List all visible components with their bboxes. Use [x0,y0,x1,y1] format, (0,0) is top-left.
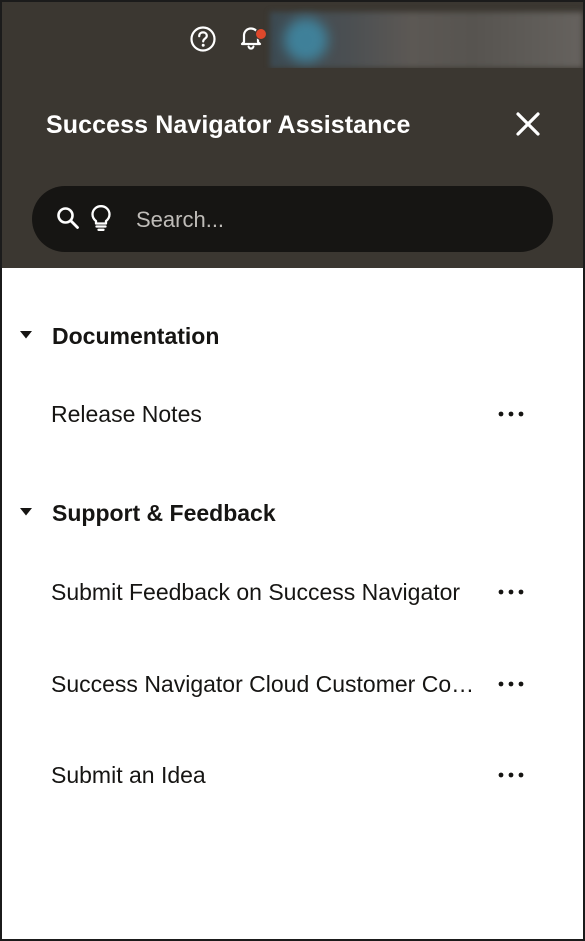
more-options-icon[interactable] [495,763,527,787]
lightbulb-icon[interactable] [90,204,112,232]
search-icon [57,207,79,229]
list-item-label: Success Navigator Cloud Customer Connect [51,671,479,697]
search-bar[interactable] [32,186,553,252]
panel-title: Success Navigator Assistance [46,111,411,139]
section-header-documentation[interactable]: Documentation [2,316,583,356]
list-item-submit-feedback[interactable]: Submit Feedback on Success Navigator [2,568,583,616]
list-item-label: Submit an Idea [51,762,206,788]
help-icon[interactable] [188,24,218,54]
search-input[interactable] [134,200,528,240]
list-item-submit-idea[interactable]: Submit an Idea [2,751,583,799]
panel-header: Success Navigator Assistance [2,68,583,268]
assistance-panel-window: Success Navigator Assistance Documentati… [0,0,585,941]
section-title: Support & Feedback [52,500,276,526]
list-item-label: Release Notes [51,401,202,427]
notification-dot [255,28,267,40]
list-item-customer-connect[interactable]: Success Navigator Cloud Customer Connect [2,660,583,708]
list-item-release-notes[interactable]: Release Notes [2,390,583,438]
caret-down-icon [20,331,32,339]
avatar[interactable] [284,18,328,62]
more-options-icon[interactable] [495,580,527,604]
more-options-icon[interactable] [495,402,527,426]
close-icon[interactable] [512,108,544,140]
panel-content: Documentation Release Notes Support & Fe… [2,268,583,939]
top-bar [2,2,583,68]
section-header-support-feedback[interactable]: Support & Feedback [2,493,583,533]
caret-down-icon [20,508,32,516]
more-options-icon[interactable] [495,672,527,696]
section-title: Documentation [52,323,220,349]
list-item-label: Submit Feedback on Success Navigator [51,579,461,605]
